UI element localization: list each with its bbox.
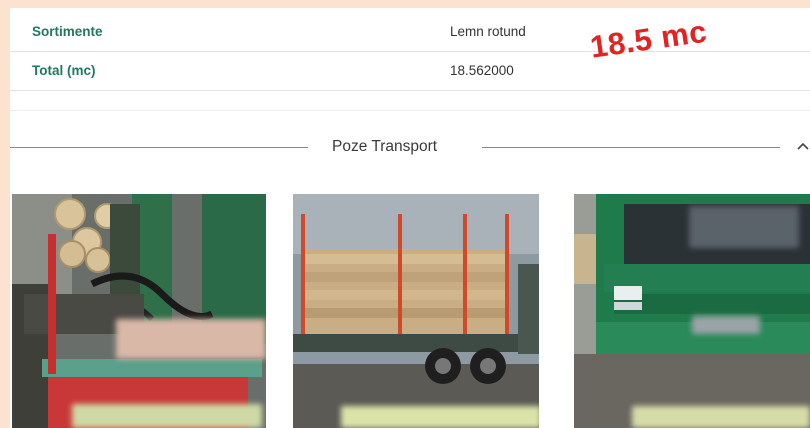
detail-value: Lemn rotund: [450, 24, 526, 39]
privacy-blur: [632, 406, 810, 428]
detail-label: Sortimente: [32, 24, 103, 39]
photo-crane-image: [12, 194, 266, 428]
photo-truck-logs-image: [293, 194, 539, 428]
transport-photo-2[interactable]: [293, 194, 539, 428]
divider-right: [482, 147, 780, 148]
privacy-blur: [116, 319, 266, 359]
detail-label: Total (mc): [32, 63, 96, 78]
chevron-up-icon[interactable]: [796, 134, 810, 156]
section-spacer: [10, 98, 810, 111]
transport-details-panel: Sortimente Lemn rotund Total (mc) 18.562…: [10, 8, 810, 428]
privacy-blur: [692, 316, 760, 334]
divider-left: [10, 147, 308, 148]
privacy-blur: [341, 406, 539, 428]
privacy-blur: [689, 206, 799, 248]
transport-photo-1[interactable]: [12, 194, 266, 428]
detail-value: 18.562000: [450, 63, 514, 78]
privacy-blur: [72, 404, 262, 428]
transport-photo-3[interactable]: [574, 194, 810, 428]
section-title: Poze Transport: [332, 138, 438, 155]
detail-row-total: Total (mc) 18.562000: [10, 52, 810, 91]
